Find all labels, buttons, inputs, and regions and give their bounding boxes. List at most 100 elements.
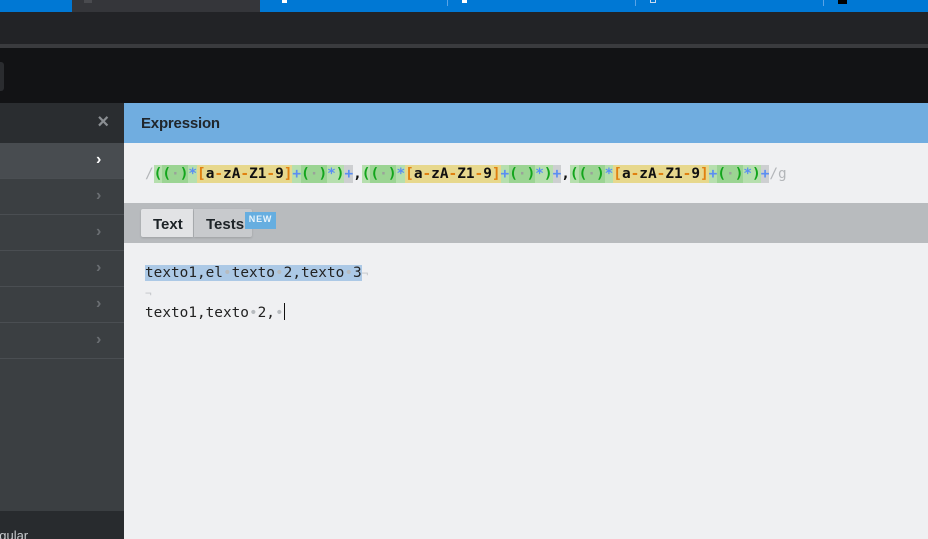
sidebar-item-1[interactable]: ›: [0, 143, 124, 179]
regex-char: Z: [249, 166, 258, 182]
editor-text: texto1,el: [145, 265, 223, 281]
regex-paren: ): [179, 166, 189, 182]
regex-subgroup: (·): [717, 165, 744, 183]
regex-literal-comma: ,: [353, 166, 362, 182]
chevron-right-icon: ›: [96, 223, 102, 240]
regex-paren: ): [318, 166, 328, 182]
tab-text[interactable]: Text: [141, 209, 193, 237]
regex-paren: ): [752, 166, 761, 182]
regex-paren: (: [162, 166, 172, 182]
browser-tab-6[interactable]: [824, 0, 928, 12]
regex-char: 9: [275, 166, 284, 182]
regex-bracket: ]: [491, 166, 501, 182]
regex-quantifier: +: [500, 166, 510, 182]
browser-tab-1[interactable]: [0, 0, 72, 12]
editor-text: 2,: [257, 305, 275, 321]
newline-marker: ¬: [361, 267, 369, 280]
regex-group: ((·)*[a-zA-Z1-9]+(·)*): [569, 165, 761, 183]
regex-space: ·: [171, 166, 180, 182]
sidebar-item-5[interactable]: ›: [0, 287, 124, 323]
regex-char: a: [413, 166, 423, 182]
regex-char: 1: [465, 166, 475, 182]
new-badge: NEW: [245, 212, 276, 229]
sidebar-item-6[interactable]: ›: [0, 323, 124, 359]
browser-tab-5[interactable]: [636, 0, 824, 12]
chevron-right-icon: ›: [96, 259, 102, 276]
regex-space: ·: [309, 166, 319, 182]
app-icon: [838, 0, 847, 4]
regex-paren: (: [578, 166, 588, 182]
regex-paren: ): [734, 166, 744, 182]
regex-quantifier: +: [760, 165, 770, 183]
browser-tab-3[interactable]: [280, 0, 448, 12]
regex-bracket: [: [197, 166, 206, 182]
editor-text: texto: [231, 265, 275, 281]
regex-char: z: [223, 166, 232, 182]
regex-flags: /g: [769, 166, 787, 182]
whitespace-marker: •: [222, 265, 232, 281]
regex-paren: (: [153, 166, 163, 182]
regex-quantifier: *: [535, 166, 544, 182]
regex-literal-comma: ,: [561, 166, 570, 182]
editor-line: ¬: [145, 283, 368, 303]
sidebar-item-4[interactable]: ›: [0, 251, 124, 287]
sidebar-item-2[interactable]: ›: [0, 179, 124, 215]
regex-range: -: [214, 166, 224, 182]
test-text-editor[interactable]: texto1,el•texto•2,texto•3¬ ¬ texto1,texto•…: [145, 263, 368, 323]
whitespace-marker: •: [344, 265, 353, 281]
regex-subgroup: (·): [162, 165, 189, 183]
regex-charset: [a-zA-Z1-9]: [613, 165, 709, 183]
google-icon: [462, 0, 467, 3]
editor-line: texto1,texto•2,•: [145, 303, 368, 323]
github-icon: [282, 0, 287, 3]
expression-header: Expression: [124, 103, 928, 143]
regex-char: a: [621, 166, 631, 182]
regex-site-icon: [84, 0, 92, 3]
browser-toolbar: [0, 12, 928, 44]
regex-paren: (: [569, 166, 579, 182]
regex-range: -: [240, 166, 250, 182]
regex-space: ·: [587, 166, 596, 182]
sidebar-footer: egular: [0, 511, 124, 539]
regex-bracket: [: [405, 166, 414, 182]
newline-marker: ¬: [145, 287, 152, 300]
close-icon[interactable]: ×: [97, 112, 109, 132]
sidebar-item-3[interactable]: ›: [0, 215, 124, 251]
chevron-right-icon: ›: [96, 151, 102, 168]
chevron-right-icon: ›: [96, 331, 102, 348]
regex-char: Z: [457, 166, 466, 182]
regex-quantifier: *: [396, 166, 406, 182]
regex-quantifier: +: [292, 166, 302, 182]
regex-group: ((·)*[a-zA-Z1-9]+(·)*): [361, 165, 553, 183]
regex-delimiter: /: [145, 166, 154, 182]
regex-char: z: [639, 166, 648, 182]
regex-bracket: ]: [283, 166, 293, 182]
main-panel: Expression /((·)*[a-zA-Z1-9]+(·)*)+,((·)…: [124, 103, 928, 539]
tab-divider: [260, 0, 280, 12]
regex-quantifier: *: [604, 166, 614, 182]
regex-range: -: [630, 166, 640, 182]
regex-char: 1: [257, 166, 267, 182]
expression-input[interactable]: /((·)*[a-zA-Z1-9]+(·)*)+,((·)*[a-zA-Z1-9…: [145, 165, 787, 183]
editor-text: 2,texto: [283, 265, 345, 281]
editor-line: texto1,el•texto•2,texto•3¬: [145, 263, 368, 283]
regex-paren: ): [387, 166, 397, 182]
regex-range: -: [682, 166, 692, 182]
tab-tests[interactable]: Tests: [194, 209, 252, 237]
regex-subgroup: (·): [509, 165, 536, 183]
regex-paren: ): [595, 166, 605, 182]
regex-char: A: [647, 166, 657, 182]
menu-toggle-button[interactable]: [0, 62, 4, 91]
regex-range: -: [448, 166, 458, 182]
regex-range: -: [422, 166, 432, 182]
regex-subgroup: (·): [301, 165, 328, 183]
whitespace-marker: •: [274, 265, 284, 281]
browser-tab-4[interactable]: [448, 0, 636, 12]
regex-subgroup: (·): [578, 165, 605, 183]
browser-tab-active[interactable]: [72, 0, 260, 12]
browser-tab-strip: [0, 0, 928, 12]
regex-char: A: [439, 166, 449, 182]
regex-paren: (: [717, 166, 727, 182]
sidebar-header: ×: [0, 103, 124, 143]
regex-space: ·: [726, 166, 735, 182]
